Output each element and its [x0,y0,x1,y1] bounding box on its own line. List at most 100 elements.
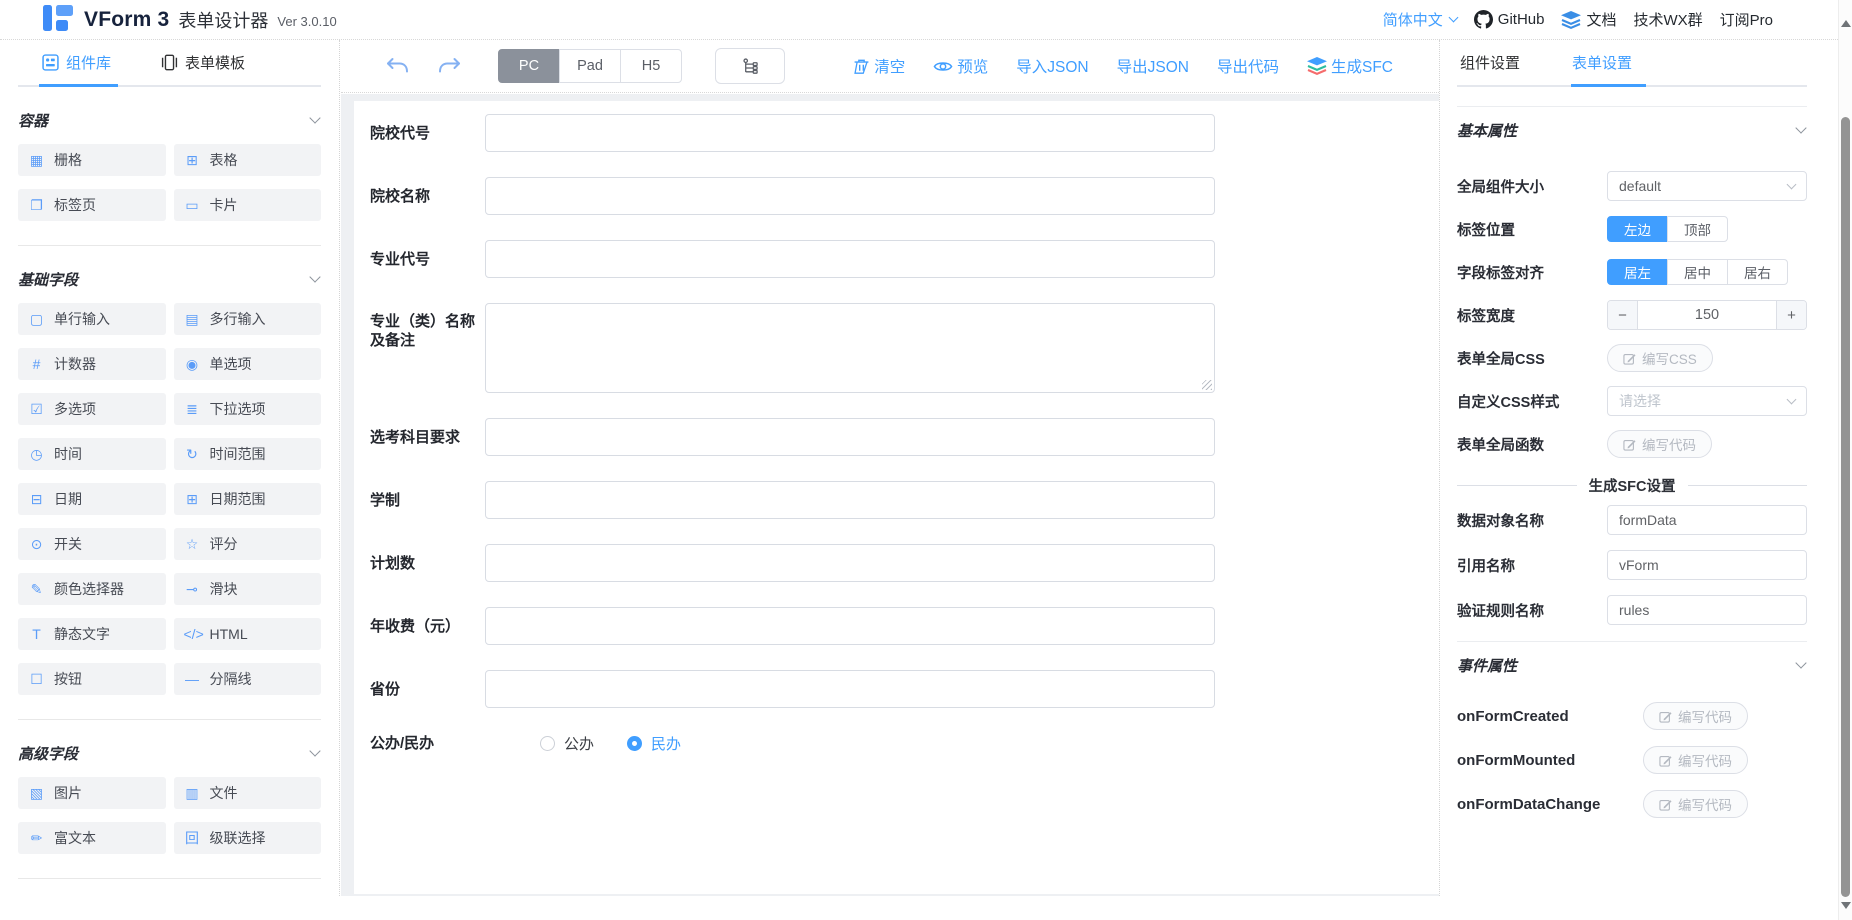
generate-sfc-button[interactable]: 生成SFC [1307,55,1393,77]
vertical-scrollbar[interactable] [1838,0,1852,920]
data-object-input[interactable]: formData [1607,505,1807,535]
tab-widget-library[interactable]: 组件库 [42,52,111,73]
palette-item[interactable]: ☆评分 [174,528,322,560]
palette-item[interactable]: ⊟日期 [18,483,166,515]
text-input[interactable] [485,607,1215,645]
edit-functions-button[interactable]: 编写代码 [1607,430,1712,458]
palette-item[interactable]: ✏富文本 [18,822,166,854]
edit-on-form-mounted-button[interactable]: 编写代码 [1643,746,1748,774]
ref-name-input[interactable]: vForm [1607,550,1807,580]
palette-item-label: 单行输入 [54,309,110,329]
text-input[interactable] [485,177,1215,215]
palette-item[interactable]: ⊞表格 [174,144,322,176]
docs-link[interactable]: 文档 [1561,9,1616,30]
text-input[interactable] [485,481,1215,519]
text-input[interactable] [485,418,1215,456]
tab-widget-settings[interactable]: 组件设置 [1460,52,1520,73]
section-header[interactable]: 容器 [18,109,321,131]
label-align-left[interactable]: 居左 [1607,259,1668,285]
palette-item[interactable]: #计数器 [18,348,166,380]
rules-name-input[interactable]: rules [1607,595,1807,625]
edit-on-form-created-button[interactable]: 编写代码 [1643,702,1748,730]
date-icon: ⊟ [28,491,45,508]
radio-option[interactable]: 公办 [540,733,594,754]
label-align-center[interactable]: 居中 [1667,259,1728,285]
palette-item[interactable]: ▭卡片 [174,189,322,221]
app-title: VForm 3 [84,8,169,32]
text-input[interactable] [485,114,1215,152]
clear-button[interactable]: 清空 [853,55,905,77]
device-pc-button[interactable]: PC [498,49,560,83]
undo-button[interactable] [385,56,410,76]
section-header[interactable]: 基础字段 [18,268,321,290]
palette-item[interactable]: T静态文字 [18,618,166,650]
edit-icon [1623,352,1636,365]
tab-form-settings[interactable]: 表单设置 [1572,52,1632,73]
number-icon: # [28,356,45,372]
settings-tabs: 组件设置 表单设置 [1457,40,1807,87]
label-position-top[interactable]: 顶部 [1667,216,1728,242]
palette-item[interactable]: ↻时间范围 [174,438,322,470]
label-width-value[interactable]: 150 [1638,301,1776,329]
scrollbar-thumb[interactable] [1841,117,1850,897]
text-input[interactable] [485,670,1215,708]
node-tree-icon [742,58,759,75]
palette-item[interactable]: —分隔线 [174,663,322,695]
edit-on-form-data-change-button[interactable]: 编写代码 [1643,790,1748,818]
palette-item[interactable]: ≣下拉选项 [174,393,322,425]
palette-item[interactable]: ☑多选项 [18,393,166,425]
subscribe-pro-link[interactable]: 订阅Pro [1720,9,1773,30]
palette-item[interactable]: ⊙开关 [18,528,166,560]
palette-item[interactable]: ☐按钮 [18,663,166,695]
custom-class-select[interactable]: 请选择 [1607,386,1807,416]
palette-item[interactable]: ⊸滑块 [174,573,322,605]
on-form-created-label: onFormCreated [1457,708,1643,725]
palette-item[interactable]: ▧图片 [18,777,166,809]
github-link[interactable]: GitHub [1474,10,1545,29]
palette-item[interactable]: ◉单选项 [174,348,322,380]
palette-item[interactable]: ▦栅格 [18,144,166,176]
import-json-button[interactable]: 导入JSON [1016,55,1088,77]
section-header[interactable]: 高级字段 [18,742,321,764]
radio-option[interactable]: 民办 [627,733,681,754]
tab-form-templates[interactable]: 表单模板 [161,52,245,73]
basic-attributes-header[interactable]: 基本属性 [1457,119,1807,141]
palette-item[interactable]: ▤多行输入 [174,303,322,335]
color-picker-icon: ✎ [28,581,45,598]
export-code-button[interactable]: 导出代码 [1217,55,1279,77]
global-size-select[interactable]: default [1607,171,1807,201]
resize-handle-icon[interactable] [1202,380,1212,390]
text-input[interactable] [485,544,1215,582]
palette-item[interactable]: ✎颜色选择器 [18,573,166,605]
language-selector[interactable]: 简体中文 [1383,9,1457,30]
label-align-right[interactable]: 居右 [1727,259,1788,285]
increase-button[interactable]: + [1776,301,1806,329]
palette-item[interactable]: ❐标签页 [18,189,166,221]
node-tree-button[interactable] [715,48,785,84]
scroll-up-arrow-icon[interactable] [1841,20,1851,27]
redo-button[interactable] [437,56,462,76]
form-canvas[interactable]: 院校代号院校名称专业代号专业（类）名称及备注选考科目要求学制计划数年收费（元）省… [354,101,1439,894]
event-attributes-header[interactable]: 事件属性 [1457,654,1807,676]
device-pad-button[interactable]: Pad [559,49,621,83]
select-placeholder: 请选择 [1619,391,1661,411]
time-range-icon: ↻ [184,446,201,463]
scroll-down-arrow-icon[interactable] [1841,902,1851,909]
label-position-left[interactable]: 左边 [1607,216,1668,242]
palette-item[interactable]: </>HTML [174,618,322,650]
text-input[interactable] [485,240,1215,278]
preview-button[interactable]: 预览 [933,55,988,77]
textarea-input[interactable] [485,303,1215,393]
data-object-label: 数据对象名称 [1457,510,1607,531]
palette-item[interactable]: ▢单行输入 [18,303,166,335]
palette-item[interactable]: ◷时间 [18,438,166,470]
export-json-button[interactable]: 导出JSON [1117,55,1189,77]
decrease-button[interactable]: − [1608,301,1638,329]
palette-item[interactable]: 回级联选择 [174,822,322,854]
palette-item[interactable]: ⊞日期范围 [174,483,322,515]
edit-css-button[interactable]: 编写CSS [1607,344,1713,372]
palette-item[interactable]: ▥文件 [174,777,322,809]
wx-group-link[interactable]: 技术WX群 [1633,9,1702,30]
device-h5-button[interactable]: H5 [620,49,682,83]
divider [18,719,321,720]
